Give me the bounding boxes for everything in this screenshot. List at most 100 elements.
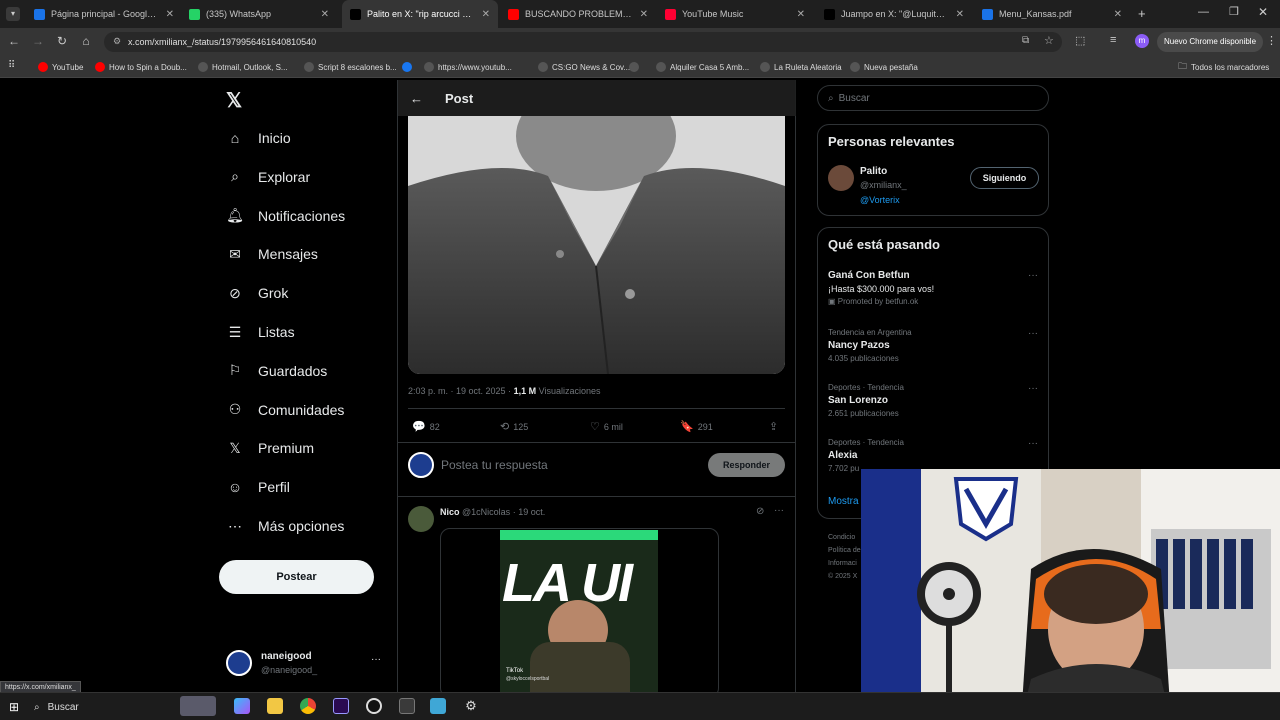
file-explorer-icon[interactable] xyxy=(267,698,283,714)
nav-item-premium[interactable]: 𝕏 Premium xyxy=(226,434,314,462)
close-window-button[interactable]: ✕ xyxy=(1258,5,1268,19)
bookmark-item[interactable]: https://www.youtub... xyxy=(424,60,512,74)
reply-name[interactable]: Nico xyxy=(440,507,460,517)
premiere-icon[interactable] xyxy=(333,698,349,714)
site-info-icon[interactable]: ⚙ xyxy=(113,36,121,47)
bookmark-item[interactable]: Alquiler Casa 5 Amb... xyxy=(656,60,749,74)
bookmark-item[interactable] xyxy=(402,60,416,74)
more-icon[interactable]: ··· xyxy=(774,505,784,516)
footer-link[interactable]: Informaci xyxy=(828,560,857,567)
nav-item-explorar[interactable]: ⌕ Explorar xyxy=(226,163,310,191)
more-icon[interactable]: ··· xyxy=(1028,383,1038,394)
forward-icon[interactable]: → xyxy=(30,34,46,48)
bookmark-item[interactable]: How to Spin a Doub... xyxy=(95,60,187,74)
tab-1[interactable]: Página principal - Google Drive ✕ xyxy=(26,0,182,28)
tab-2[interactable]: (335) WhatsApp ✕ xyxy=(181,0,337,28)
post-button[interactable]: Postear xyxy=(219,560,374,594)
bookmark-item[interactable]: CS:GO News & Cov... xyxy=(538,60,630,74)
close-tab-icon[interactable]: ✕ xyxy=(640,9,648,20)
media-icon[interactable]: ≡ xyxy=(1110,34,1116,46)
nav-item-mensajes[interactable]: ✉ Mensajes xyxy=(226,240,318,268)
person-avatar[interactable] xyxy=(828,165,854,191)
trend-item[interactable]: Deportes · Tendencia San Lorenzo 2.651 pub… xyxy=(828,383,1038,418)
nav-item-más-opciones[interactable]: ⋯ Más opciones xyxy=(226,512,344,540)
bookmark-item[interactable]: La Ruleta Aleatoria xyxy=(760,60,842,74)
new-tab-button[interactable]: + xyxy=(1138,6,1146,21)
reply-avatar[interactable] xyxy=(408,506,434,532)
share-icon[interactable]: ⇪ xyxy=(769,420,778,433)
bookmark-action[interactable]: 🔖 291 xyxy=(680,420,713,433)
post-image[interactable] xyxy=(408,116,785,374)
reload-icon[interactable]: ↻ xyxy=(54,34,70,48)
install-icon[interactable]: ⧉ xyxy=(1022,35,1029,46)
tab-7[interactable]: Menu_Kansas.pdf ✕ xyxy=(974,0,1130,28)
close-tab-icon[interactable]: ✕ xyxy=(482,9,490,20)
trend-item[interactable]: Deportes · Tendencia Alexia 7.702 pu ··· xyxy=(828,438,1038,473)
windows-start-icon[interactable]: ⊞ xyxy=(9,700,19,714)
apps-icon[interactable]: ⠿ xyxy=(8,60,15,71)
more-icon[interactable]: ··· xyxy=(1028,438,1038,449)
repost-action[interactable]: ⟲ 125 xyxy=(500,420,528,433)
extensions-icon[interactable]: ⬚ xyxy=(1075,34,1085,47)
close-tab-icon[interactable]: ✕ xyxy=(166,9,174,20)
post-timestamp[interactable]: 2:03 p. m. · 19 oct. 2025 · xyxy=(408,386,511,396)
bookmark-item[interactable] xyxy=(629,60,643,74)
obs-icon[interactable] xyxy=(366,698,382,714)
address-bar[interactable]: ⚙ x.com/xmilianx_/status/197995646164081… xyxy=(104,32,1062,52)
more-icon[interactable]: ··· xyxy=(1028,270,1038,281)
bookmark-item[interactable]: Script 8 escalones b... xyxy=(304,60,397,74)
home-button-icon[interactable]: ⌂ xyxy=(78,34,94,48)
tab-6[interactable]: Juampo en X: "@Luquita26_ @ ✕ xyxy=(816,0,972,28)
close-tab-icon[interactable]: ✕ xyxy=(797,9,805,20)
reply-action[interactable]: 💬 82 xyxy=(412,420,440,433)
nav-item-inicio[interactable]: ⌂ Inicio xyxy=(226,124,291,152)
bookmark-item[interactable]: YouTube xyxy=(38,60,83,74)
nav-item-notificaciones[interactable]: 🔔︎ Notificaciones xyxy=(226,202,345,230)
menu-icon[interactable]: ⋮ xyxy=(1266,34,1277,47)
show-more-link[interactable]: Mostra xyxy=(828,496,859,507)
person-bio-link[interactable]: @Vorterix xyxy=(860,195,900,205)
reply-button[interactable]: Responder xyxy=(708,453,785,477)
reply-input[interactable]: Postea tu respuesta xyxy=(441,458,548,472)
nav-item-listas[interactable]: ☰ Listas xyxy=(226,318,295,346)
tab-3[interactable]: Palito en X: "rip arcucci se nos ✕ xyxy=(342,0,498,28)
account-switcher[interactable]: naneigood @naneigood_ ··· xyxy=(226,648,386,680)
back-arrow-icon[interactable]: ← xyxy=(410,91,423,106)
tab-4[interactable]: BUSCANDO PROBLEMAS EN B ✕ xyxy=(500,0,656,28)
nav-item-comunidades[interactable]: ⚇ Comunidades xyxy=(226,396,345,424)
app-icon[interactable] xyxy=(430,698,446,714)
trend-item[interactable]: Tendencia en Argentina Nancy Pazos 4.035 p… xyxy=(828,328,1038,363)
profile-avatar[interactable]: m xyxy=(1135,34,1149,48)
settings-icon[interactable]: ⚙ xyxy=(463,698,479,714)
chrome-update-button[interactable]: Nuevo Chrome disponible xyxy=(1157,32,1263,52)
star-icon[interactable]: ☆ xyxy=(1044,34,1054,47)
back-icon[interactable]: ← xyxy=(6,34,22,48)
all-bookmarks-button[interactable]: 🗀 Todos los marcadores xyxy=(1178,60,1269,74)
widgets-icon[interactable] xyxy=(180,696,216,716)
close-tab-icon[interactable]: ✕ xyxy=(321,9,329,20)
footer-link[interactable]: © 2025 X xyxy=(828,573,857,580)
person-name[interactable]: Palito xyxy=(860,166,887,177)
tab-5[interactable]: YouTube Music ✕ xyxy=(657,0,813,28)
copilot-icon[interactable] xyxy=(234,698,250,714)
tab-search-button[interactable]: ▾ xyxy=(6,7,20,21)
reply-video[interactable]: LA UI TikTok @skyloccelsportbal xyxy=(500,530,658,692)
maximize-button[interactable]: ❐ xyxy=(1229,5,1239,18)
nav-item-guardados[interactable]: ⚐ Guardados xyxy=(226,357,328,385)
like-action[interactable]: ♡ 6 mil xyxy=(590,420,623,433)
bookmark-item[interactable]: Hotmail, Outlook, S... xyxy=(198,60,288,74)
reply-tweet[interactable]: Nico @1cNicolas · 19 oct. ⊘ ··· LA UI Ti… xyxy=(408,504,786,698)
nav-item-grok[interactable]: ⊘ Grok xyxy=(226,279,288,307)
footer-link[interactable]: Política de xyxy=(828,547,861,554)
grok-icon[interactable]: ⊘ xyxy=(756,506,764,517)
taskbar-search[interactable]: ⌕ Buscar xyxy=(34,697,194,717)
close-tab-icon[interactable]: ✕ xyxy=(1114,9,1122,20)
following-button[interactable]: Siguiendo xyxy=(970,167,1039,189)
calculator-icon[interactable] xyxy=(399,698,415,714)
search-input[interactable]: ⌕ Buscar xyxy=(817,85,1049,111)
more-icon[interactable]: ··· xyxy=(1028,328,1038,339)
promo-item[interactable]: Ganá Con Betfun ¡Hasta $300.000 para vos… xyxy=(828,270,1038,306)
minimize-button[interactable]: — xyxy=(1198,6,1209,18)
bookmark-item[interactable]: Nueva pestaña xyxy=(850,60,918,74)
nav-item-perfil[interactable]: ☺ Perfil xyxy=(226,473,290,501)
